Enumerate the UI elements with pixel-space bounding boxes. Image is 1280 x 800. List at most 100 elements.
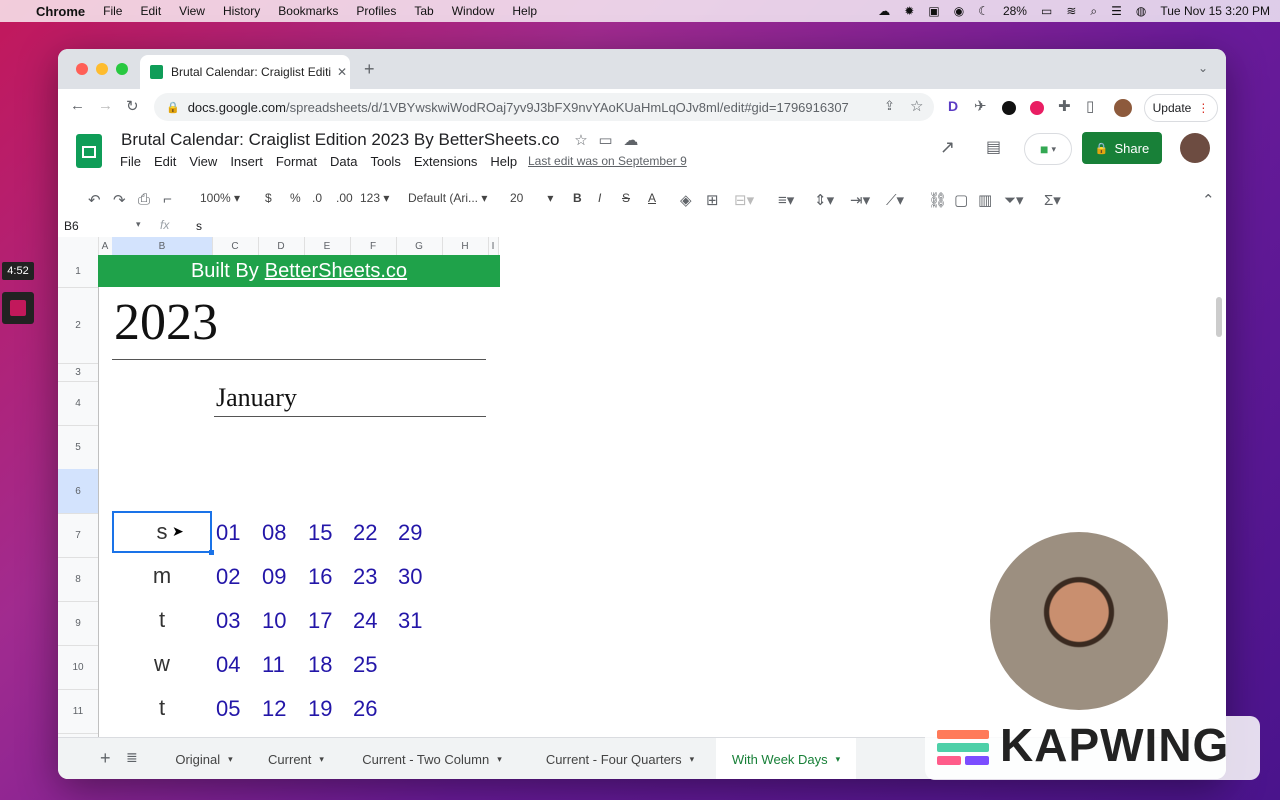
horizontal-align-icon[interactable]: ≡▾	[778, 191, 794, 209]
row-header-5[interactable]: 5	[58, 425, 98, 470]
trend-icon[interactable]: ↗	[940, 137, 955, 158]
extension-bird-icon[interactable]: ✈	[974, 97, 987, 115]
battery-icon[interactable]: ▭	[1041, 4, 1052, 18]
menu-profiles[interactable]: Profiles	[356, 4, 396, 18]
wifi-icon[interactable]: ≋	[1066, 4, 1076, 18]
text-wrap-icon[interactable]: ⇥▾	[850, 191, 870, 209]
zoom-window-icon[interactable]	[116, 63, 128, 75]
menu-tab[interactable]: Tab	[414, 4, 433, 18]
control-center-icon[interactable]: ☰	[1111, 4, 1122, 18]
date-cell[interactable]: 11	[262, 652, 285, 678]
date-cell[interactable]: 16	[308, 564, 332, 590]
increase-decimal-button[interactable]: .00	[336, 191, 353, 205]
sheets-menu-data[interactable]: Data	[330, 154, 357, 169]
date-cell[interactable]: 23	[353, 564, 377, 590]
strikethrough-icon[interactable]: S	[622, 191, 630, 205]
percent-button[interactable]: %	[290, 191, 301, 205]
close-window-icon[interactable]	[76, 63, 88, 75]
extension-dark-icon[interactable]	[1002, 101, 1016, 115]
date-cell[interactable]: 10	[262, 608, 286, 634]
redo-icon[interactable]: ↷	[113, 191, 126, 209]
sheets-menu-extensions[interactable]: Extensions	[414, 154, 478, 169]
date-cell[interactable]: 24	[353, 608, 377, 634]
merge-cells-icon[interactable]: ⊟▾	[734, 191, 754, 209]
paint-format-icon[interactable]: ⌐	[163, 191, 172, 208]
extension-d-icon[interactable]: D	[948, 98, 958, 114]
date-cell[interactable]: 04	[216, 652, 240, 678]
row-header-2[interactable]: 2	[58, 287, 98, 364]
extension-pink-icon[interactable]	[1030, 101, 1044, 115]
day-name-cell[interactable]: m	[112, 563, 212, 589]
more-formats-select[interactable]: 123 ▾	[360, 191, 389, 205]
date-cell[interactable]: 08	[262, 520, 286, 546]
share-page-icon[interactable]: ⇪	[884, 98, 895, 114]
add-sheet-icon[interactable]: +	[100, 748, 111, 769]
comment-icon[interactable]: ▤	[986, 137, 1001, 157]
moon-icon[interactable]: ☾	[978, 4, 989, 18]
column-header-h[interactable]: H	[442, 237, 489, 255]
forward-icon[interactable]: →	[98, 97, 113, 114]
column-header-e[interactable]: E	[304, 237, 351, 255]
print-icon[interactable]: ⎙	[138, 191, 150, 208]
year-cell[interactable]: 2023	[114, 293, 218, 352]
sheets-menu-tools[interactable]: Tools	[370, 154, 400, 169]
search-icon[interactable]: ⌕	[1090, 4, 1097, 19]
date-cell[interactable]: 17	[308, 608, 332, 634]
date-cell[interactable]: 01	[216, 520, 240, 546]
row-header-1[interactable]: 1	[58, 255, 98, 288]
sheets-menu-insert[interactable]: Insert	[230, 154, 263, 169]
siri-icon[interactable]: ◍	[1136, 4, 1146, 18]
day-name-cell[interactable]: t	[112, 695, 212, 721]
star-icon[interactable]: ☆	[574, 132, 587, 149]
month-cell[interactable]: January	[216, 383, 297, 413]
zoom-select[interactable]: 100% ▾	[200, 191, 240, 205]
date-cell[interactable]: 25	[353, 652, 377, 678]
date-cell[interactable]: 05	[216, 696, 240, 722]
day-name-cell[interactable]: w	[112, 651, 212, 677]
day-name-cell[interactable]: t	[112, 607, 212, 633]
font-size-select[interactable]: 20 ▾	[510, 191, 553, 205]
menu-file[interactable]: File	[103, 4, 122, 18]
document-title[interactable]: Brutal Calendar: Craiglist Edition 2023 …	[121, 130, 638, 150]
bettersheets-link[interactable]: BetterSheets.co	[265, 260, 407, 283]
date-cell[interactable]: 30	[398, 564, 422, 590]
share-button[interactable]: 🔒 Share	[1082, 132, 1162, 164]
sheet-tab-original[interactable]: Original ▾	[162, 738, 246, 779]
menu-app-name[interactable]: Chrome	[36, 4, 85, 19]
text-rotation-icon[interactable]: ⟋▾	[886, 191, 904, 209]
all-sheets-icon[interactable]: ≣	[126, 749, 138, 766]
browser-tab[interactable]: Brutal Calendar: Craiglist Editio ✕	[140, 55, 350, 89]
date-cell[interactable]: 09	[262, 564, 286, 590]
menu-bookmarks[interactable]: Bookmarks	[278, 4, 338, 18]
row-header-8[interactable]: 8	[58, 557, 98, 602]
fill-handle[interactable]	[209, 550, 214, 555]
sheets-logo-icon[interactable]	[76, 134, 102, 168]
close-tab-icon[interactable]: ✕	[337, 65, 347, 79]
formula-input[interactable]: s	[196, 219, 202, 233]
column-header-b[interactable]: B	[112, 237, 213, 255]
back-icon[interactable]: ←	[70, 97, 85, 114]
datetime[interactable]: Tue Nov 15 3:20 PM	[1160, 4, 1270, 18]
sheet-tab-two-column[interactable]: Current - Two Column ▾	[348, 738, 516, 779]
column-header-i[interactable]: I	[488, 237, 499, 255]
functions-icon[interactable]: Σ▾	[1044, 191, 1061, 209]
last-edit-link[interactable]: Last edit was on September 9	[528, 154, 687, 168]
gear-icon[interactable]: ✹	[904, 4, 914, 18]
sheets-menu-view[interactable]: View	[189, 154, 217, 169]
borders-icon[interactable]: ⊞	[706, 191, 719, 209]
selected-cell-outline[interactable]	[112, 511, 212, 553]
minimize-window-icon[interactable]	[96, 63, 108, 75]
sidepanel-icon[interactable]: ▯	[1086, 97, 1094, 115]
row-header-11[interactable]: 11	[58, 689, 98, 734]
lock-icon[interactable]: 🔒	[166, 101, 180, 114]
play-icon[interactable]: ◉	[954, 4, 964, 18]
sheet-tab-four-quarters[interactable]: Current - Four Quarters ▾	[526, 738, 714, 779]
tab-search-chevron-icon[interactable]: ⌄	[1198, 61, 1208, 75]
display-icon[interactable]: ▣	[928, 4, 939, 18]
menu-history[interactable]: History	[223, 4, 260, 18]
name-box-chevron-icon[interactable]: ▾	[136, 219, 141, 230]
menu-window[interactable]: Window	[452, 4, 495, 18]
menu-edit[interactable]: Edit	[140, 4, 161, 18]
row-header-6[interactable]: 6	[58, 469, 98, 514]
row-header-3[interactable]: 3	[58, 363, 98, 382]
